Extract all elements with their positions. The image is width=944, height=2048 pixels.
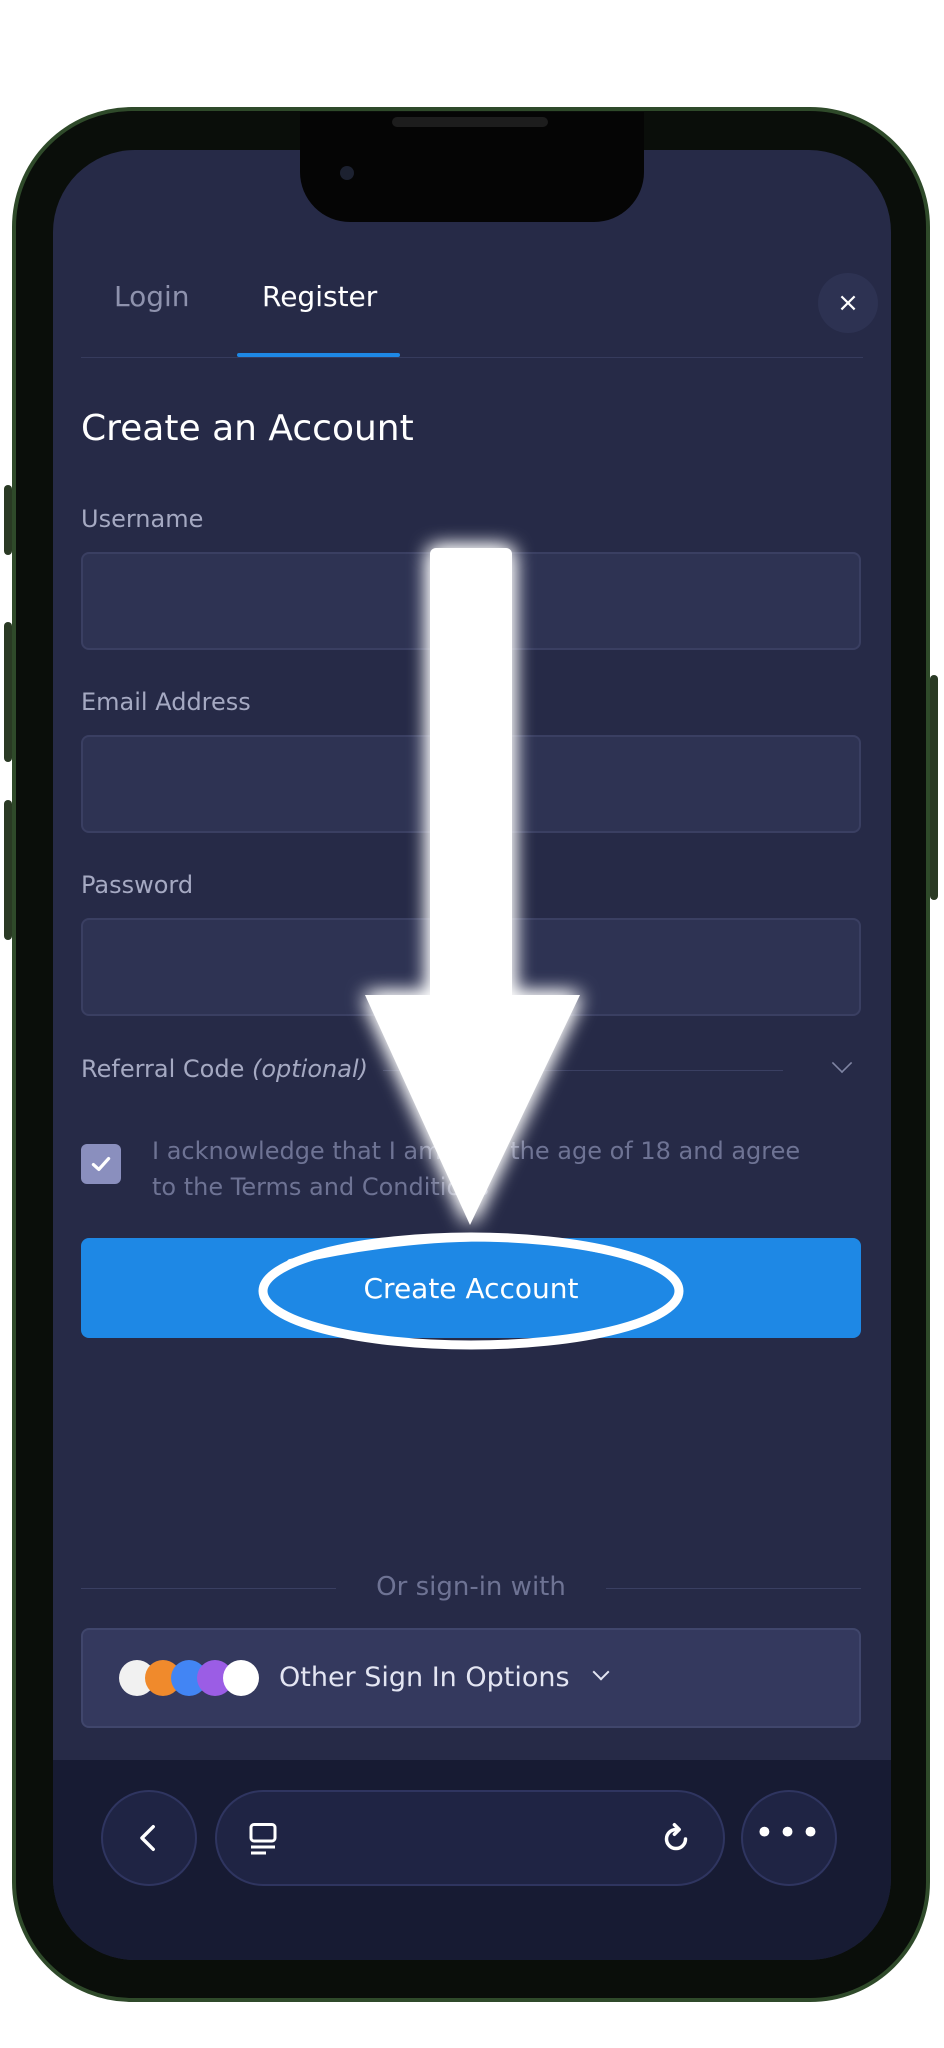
username-label: Username xyxy=(81,505,204,533)
referral-toggle[interactable]: Referral Code (optional) xyxy=(81,1055,368,1083)
or-sign-in-text: Or sign-in with xyxy=(376,1572,566,1602)
create-account-label: Create Account xyxy=(363,1271,579,1305)
page-title: Create an Account xyxy=(81,408,414,449)
back-button[interactable] xyxy=(101,1790,197,1886)
or-divider: Or sign-in with xyxy=(81,1568,861,1608)
divider-right xyxy=(606,1588,861,1589)
username-field[interactable] xyxy=(81,552,861,650)
tab-login[interactable]: Login xyxy=(114,280,190,313)
age-terms-text: I acknowledge that I am over the age of … xyxy=(152,1137,801,1201)
phone-volume-down xyxy=(4,800,12,940)
close-button[interactable]: × xyxy=(818,273,878,333)
email-label: Email Address xyxy=(81,688,251,716)
phone-side-button xyxy=(4,485,12,555)
referral-divider xyxy=(383,1070,783,1071)
password-field[interactable] xyxy=(81,918,861,1016)
create-account-button[interactable]: Create Account xyxy=(81,1238,861,1338)
more-button[interactable]: ••• xyxy=(741,1790,837,1886)
screen: Login Register × Create an Account Usern… xyxy=(53,150,891,1960)
phone-speaker xyxy=(392,117,548,127)
chevron-left-icon xyxy=(140,1824,155,1852)
email-field[interactable] xyxy=(81,735,861,833)
front-camera xyxy=(340,166,354,180)
close-icon: × xyxy=(837,288,859,318)
tabs-icon xyxy=(249,1823,277,1855)
browser-toolbar: ••• xyxy=(53,1760,891,1960)
referral-label: Referral Code xyxy=(81,1055,245,1083)
password-label: Password xyxy=(81,871,194,899)
provider-logos xyxy=(119,1660,259,1696)
checkmark-icon xyxy=(91,1156,111,1172)
more-icon: ••• xyxy=(754,1813,824,1853)
tab-register[interactable]: Register xyxy=(262,280,377,313)
phone-volume-up xyxy=(4,622,12,762)
reload-icon[interactable] xyxy=(657,1820,695,1858)
address-bar[interactable] xyxy=(215,1790,725,1886)
discord-logo xyxy=(223,1660,259,1696)
age-terms-checkbox[interactable] xyxy=(81,1144,121,1184)
other-sign-in-button[interactable]: Other Sign In Options xyxy=(81,1628,861,1728)
phone-power-button xyxy=(930,675,938,900)
chevron-down-icon[interactable] xyxy=(831,1052,853,1074)
chevron-down-icon xyxy=(592,1663,610,1681)
tab-divider xyxy=(81,357,863,358)
referral-optional-hint: (optional) xyxy=(251,1055,368,1083)
other-sign-in-label: Other Sign In Options xyxy=(279,1662,570,1693)
